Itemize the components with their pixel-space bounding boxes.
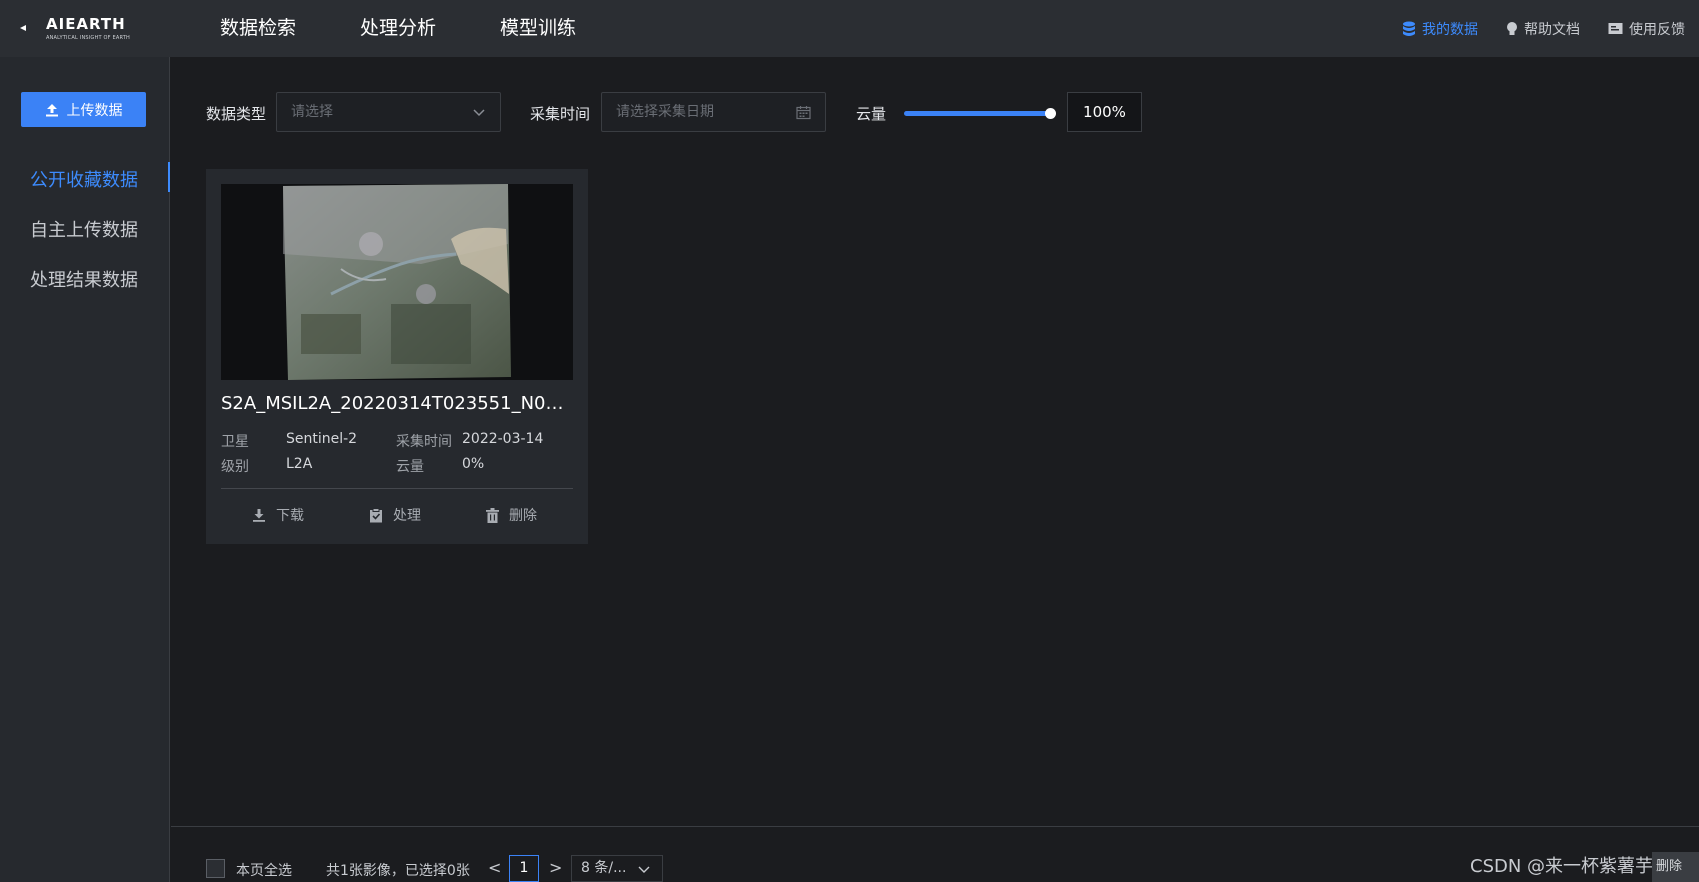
card-title: S2A_MSIL2A_20220314T023551_N0400_...: [221, 393, 573, 414]
corner-delete-button[interactable]: 删除: [1652, 852, 1699, 882]
database-icon: [1403, 21, 1415, 36]
sidebar-item-public-favorites[interactable]: 公开收藏数据: [30, 166, 138, 192]
process-label: 处理: [393, 508, 421, 524]
sidebar-item-process-results[interactable]: 处理结果数据: [30, 266, 138, 292]
page-size-label: 8 条/...: [581, 860, 627, 876]
logo-brand: AIEARTH: [46, 15, 126, 33]
clipboard-icon: [370, 507, 382, 522]
process-button[interactable]: 处理: [369, 505, 421, 525]
nav-process-analysis[interactable]: 处理分析: [360, 0, 436, 57]
watermark-text: CSDN @来一杯紫薯芋泥: [1470, 856, 1672, 877]
cloud-cover-label: 云量: [856, 105, 887, 123]
select-all-label[interactable]: 本页全选: [236, 860, 292, 880]
level-value: L2A: [286, 456, 313, 472]
calendar-icon: [796, 106, 811, 120]
chevron-down-icon: [473, 109, 485, 117]
logo[interactable]: AIEARTH ANALYTICAL INSIGHT OF EARTH: [18, 8, 131, 50]
sidebar: 上传数据 公开收藏数据 自主上传数据 处理结果数据: [0, 57, 170, 882]
upload-data-label: 上传数据: [66, 102, 123, 119]
data-type-placeholder: 请选择: [291, 104, 333, 120]
delete-button[interactable]: 删除: [486, 505, 537, 525]
main-nav: 数据检索 处理分析 模型训练: [220, 0, 640, 57]
cloud-cover-slider-track[interactable]: [904, 111, 1052, 116]
download-label: 下载: [276, 508, 304, 524]
cloud-cover-value: 0%: [462, 456, 485, 472]
nav-data-search[interactable]: 数据检索: [220, 0, 296, 57]
logo-crescent-icon: [20, 10, 40, 45]
top-bar: AIEARTH ANALYTICAL INSIGHT OF EARTH 数据检索…: [0, 0, 1699, 57]
nav-feedback-label: 使用反馈: [1629, 21, 1685, 38]
satellite-key: 卫星: [221, 434, 249, 450]
data-card[interactable]: S2A_MSIL2A_20220314T023551_N0400_... 卫星 …: [206, 169, 588, 544]
nav-feedback[interactable]: 使用反馈: [1608, 19, 1685, 39]
nav-help-docs[interactable]: 帮助文档: [1506, 19, 1580, 39]
capture-time-label: 采集时间: [530, 105, 591, 123]
page-number-current[interactable]: 1: [509, 855, 539, 882]
data-type-label: 数据类型: [206, 105, 267, 123]
chevron-down-icon: [638, 866, 650, 873]
satellite-image: [283, 184, 511, 380]
feedback-icon: [1608, 22, 1623, 34]
sidebar-active-indicator: [168, 162, 170, 192]
data-type-select[interactable]: 请选择: [276, 92, 501, 132]
nav-my-data-label: 我的数据: [1422, 21, 1478, 38]
download-button[interactable]: 下载: [252, 505, 304, 525]
logo-tagline: ANALYTICAL INSIGHT OF EARTH: [46, 35, 131, 41]
right-nav: 我的数据 帮助文档 使用反馈: [1374, 0, 1685, 57]
card-divider: [221, 488, 573, 489]
satellite-value: Sentinel-2: [286, 431, 358, 447]
cloud-cover-slider-handle[interactable]: [1045, 108, 1056, 119]
prev-page-button[interactable]: <: [488, 858, 501, 877]
nav-help-docs-label: 帮助文档: [1524, 21, 1580, 38]
cloud-cover-key: 云量: [396, 459, 424, 475]
capture-date-picker[interactable]: 请选择采集日期: [601, 92, 826, 132]
selection-summary: 共1张影像，已选择0张: [326, 863, 470, 879]
capture-time-key: 采集时间: [396, 434, 452, 450]
level-key: 级别: [221, 459, 249, 475]
trash-icon: [486, 507, 499, 523]
lightbulb-icon: [1507, 21, 1517, 35]
select-all-checkbox[interactable]: [206, 859, 225, 878]
delete-label: 删除: [509, 508, 537, 524]
satellite-image-thumbnail[interactable]: [221, 184, 573, 380]
capture-date-placeholder: 请选择采集日期: [616, 104, 714, 120]
nav-my-data[interactable]: 我的数据: [1402, 19, 1478, 39]
upload-icon: [45, 103, 58, 116]
cloud-cover-value-input[interactable]: 100%: [1067, 92, 1142, 132]
footer-divider: [171, 826, 1699, 827]
download-icon: [253, 509, 265, 522]
next-page-button[interactable]: >: [549, 858, 562, 877]
nav-model-training[interactable]: 模型训练: [500, 0, 576, 57]
page-size-select[interactable]: 8 条/...: [571, 855, 663, 882]
capture-time-value: 2022-03-14: [462, 431, 544, 447]
sidebar-item-self-uploaded[interactable]: 自主上传数据: [30, 216, 138, 242]
upload-data-button[interactable]: 上传数据: [21, 92, 146, 127]
